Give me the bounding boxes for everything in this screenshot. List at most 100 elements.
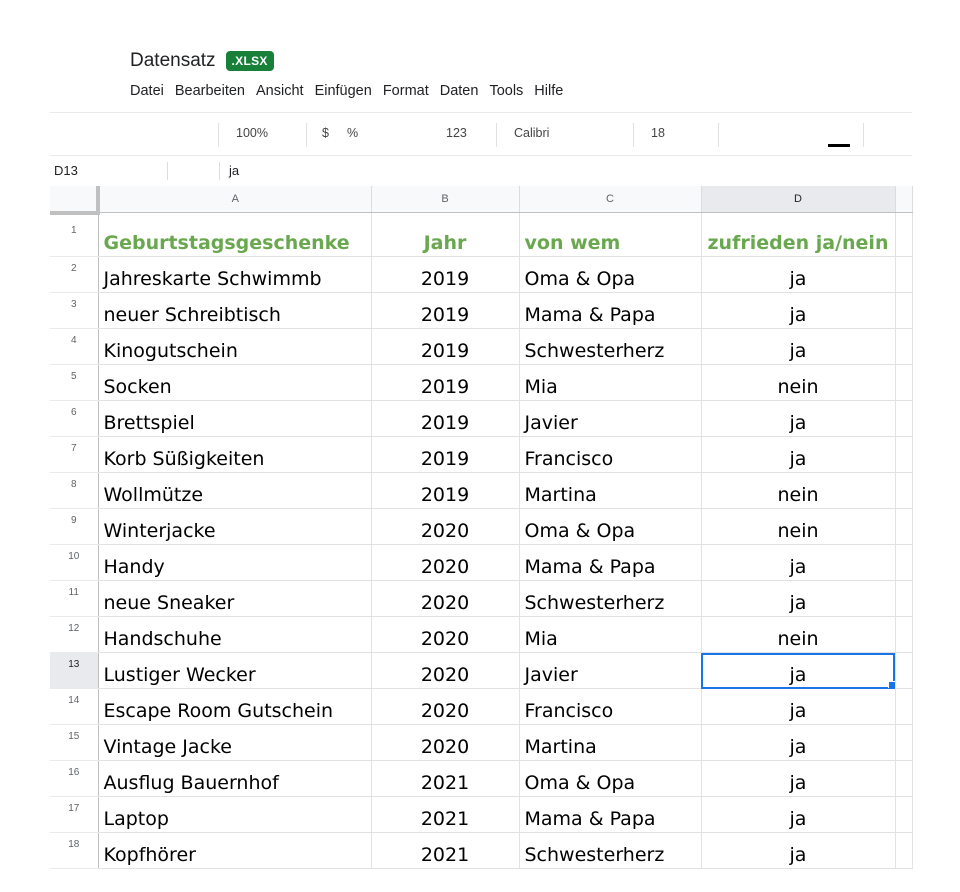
cell-empty[interactable] — [895, 616, 913, 653]
menu-datei[interactable]: Datei — [130, 83, 164, 99]
row-header[interactable]: 10 — [50, 544, 99, 581]
cell-from[interactable]: Schwesterherz — [519, 580, 702, 617]
zoom-select[interactable]: 100% — [236, 126, 268, 140]
cell-empty[interactable] — [895, 508, 913, 545]
column-header-b[interactable]: B — [371, 186, 520, 213]
cell-header-from[interactable]: von wem — [519, 212, 702, 257]
menu-bearbeiten[interactable]: Bearbeiten — [175, 83, 245, 99]
cell-empty[interactable] — [895, 212, 913, 257]
cell-empty[interactable] — [895, 760, 913, 797]
cell-from[interactable]: Mama & Papa — [519, 292, 702, 329]
cell-gift[interactable]: Lustiger Wecker — [98, 652, 372, 689]
cell-from[interactable]: Francisco — [519, 436, 702, 473]
cell-gift[interactable]: Winterjacke — [98, 508, 372, 545]
cell-year[interactable]: 2021 — [371, 832, 520, 869]
row-header[interactable]: 2 — [50, 256, 99, 293]
cell-from[interactable]: Mama & Papa — [519, 544, 702, 581]
row-header[interactable]: 5 — [50, 364, 99, 401]
cell-year[interactable]: 2019 — [371, 400, 520, 437]
cell-gift[interactable]: Socken — [98, 364, 372, 401]
cell-satisfied[interactable]: ja — [701, 436, 896, 473]
cell-satisfied[interactable]: ja — [701, 256, 896, 293]
cell-from[interactable]: Schwesterherz — [519, 328, 702, 365]
cell-satisfied[interactable]: ja — [701, 796, 896, 833]
row-header[interactable]: 8 — [50, 472, 99, 509]
cell-from[interactable]: Oma & Opa — [519, 508, 702, 545]
cell-empty[interactable] — [895, 328, 913, 365]
cell-from[interactable]: Javier — [519, 400, 702, 437]
cell-empty[interactable] — [895, 832, 913, 869]
cell-satisfied[interactable]: ja — [701, 724, 896, 761]
cell-empty[interactable] — [895, 292, 913, 329]
cell-satisfied[interactable]: ja — [701, 544, 896, 581]
row-header[interactable]: 12 — [50, 616, 99, 653]
row-header[interactable]: 14 — [50, 688, 99, 725]
formula-input[interactable]: ja — [229, 163, 239, 178]
cell-satisfied[interactable]: nein — [701, 364, 896, 401]
cell-from[interactable]: Mia — [519, 616, 702, 653]
menu-ansicht[interactable]: Ansicht — [256, 83, 304, 99]
menu-format[interactable]: Format — [383, 83, 429, 99]
cell-year[interactable]: 2020 — [371, 508, 520, 545]
row-header[interactable]: 13 — [50, 652, 99, 689]
row-header[interactable]: 16 — [50, 760, 99, 797]
cell-from[interactable]: Schwesterherz — [519, 832, 702, 869]
number-format-menu[interactable]: 123 — [446, 126, 467, 140]
cell-year[interactable]: 2019 — [371, 436, 520, 473]
column-header-a[interactable]: A — [98, 186, 372, 213]
text-color-indicator[interactable] — [828, 144, 850, 147]
cell-empty[interactable] — [895, 436, 913, 473]
percent-format-button[interactable]: % — [347, 126, 358, 140]
menu-einfuegen[interactable]: Einfügen — [315, 83, 372, 99]
cell-gift[interactable]: Handy — [98, 544, 372, 581]
cell-satisfied[interactable]: ja — [701, 292, 896, 329]
row-header[interactable]: 17 — [50, 796, 99, 833]
font-size-select[interactable]: 18 — [651, 126, 665, 140]
cell-header-year[interactable]: Jahr — [371, 212, 520, 257]
cell-satisfied[interactable]: ja — [701, 832, 896, 869]
cell-empty[interactable] — [895, 364, 913, 401]
menu-hilfe[interactable]: Hilfe — [534, 83, 563, 99]
cell-from[interactable]: Oma & Opa — [519, 256, 702, 293]
cell-year[interactable]: 2020 — [371, 580, 520, 617]
row-header[interactable]: 15 — [50, 724, 99, 761]
cell-year[interactable]: 2019 — [371, 292, 520, 329]
cell-year[interactable]: 2020 — [371, 616, 520, 653]
cell-empty[interactable] — [895, 796, 913, 833]
cell-year[interactable]: 2019 — [371, 364, 520, 401]
cell-gift[interactable]: Kopfhörer — [98, 832, 372, 869]
row-header[interactable]: 1 — [50, 212, 99, 257]
cell-header-satisfied[interactable]: zufrieden ja/nein — [701, 212, 896, 257]
cell-from[interactable]: Mia — [519, 364, 702, 401]
cell-satisfied[interactable]: ja — [701, 328, 896, 365]
row-header[interactable]: 18 — [50, 832, 99, 869]
cell-satisfied[interactable]: ja — [701, 760, 896, 797]
cell-gift[interactable]: Jahreskarte Schwimmb — [98, 256, 372, 293]
fill-handle[interactable] — [887, 681, 894, 688]
currency-format-button[interactable]: $ — [322, 126, 329, 140]
cell-from[interactable]: Martina — [519, 472, 702, 509]
cell-satisfied[interactable]: nein — [701, 508, 896, 545]
cell-gift[interactable]: neuer Schreibtisch — [98, 292, 372, 329]
cell-empty[interactable] — [895, 400, 913, 437]
cell-year[interactable]: 2020 — [371, 688, 520, 725]
menu-daten[interactable]: Daten — [440, 83, 479, 99]
cell-gift[interactable]: Korb Süßigkeiten — [98, 436, 372, 473]
cell-from[interactable]: Javier — [519, 652, 702, 689]
cell-satisfied[interactable]: ja — [701, 580, 896, 617]
row-header[interactable]: 9 — [50, 508, 99, 545]
cell-gift[interactable]: neue Sneaker — [98, 580, 372, 617]
row-header[interactable]: 11 — [50, 580, 99, 617]
cell-header-gift[interactable]: Geburtstagsgeschenke — [98, 212, 372, 257]
column-header-c[interactable]: C — [519, 186, 702, 213]
cell-satisfied[interactable]: nein — [701, 616, 896, 653]
menu-tools[interactable]: Tools — [489, 83, 523, 99]
cell-gift[interactable]: Vintage Jacke — [98, 724, 372, 761]
row-header[interactable]: 4 — [50, 328, 99, 365]
cell-year[interactable]: 2020 — [371, 544, 520, 581]
cell-gift[interactable]: Escape Room Gutschein — [98, 688, 372, 725]
document-title[interactable]: Datensatz — [130, 50, 216, 72]
cell-empty[interactable] — [895, 580, 913, 617]
cell-satisfied[interactable]: ja — [701, 688, 896, 725]
cell-satisfied[interactable]: ja — [701, 400, 896, 437]
